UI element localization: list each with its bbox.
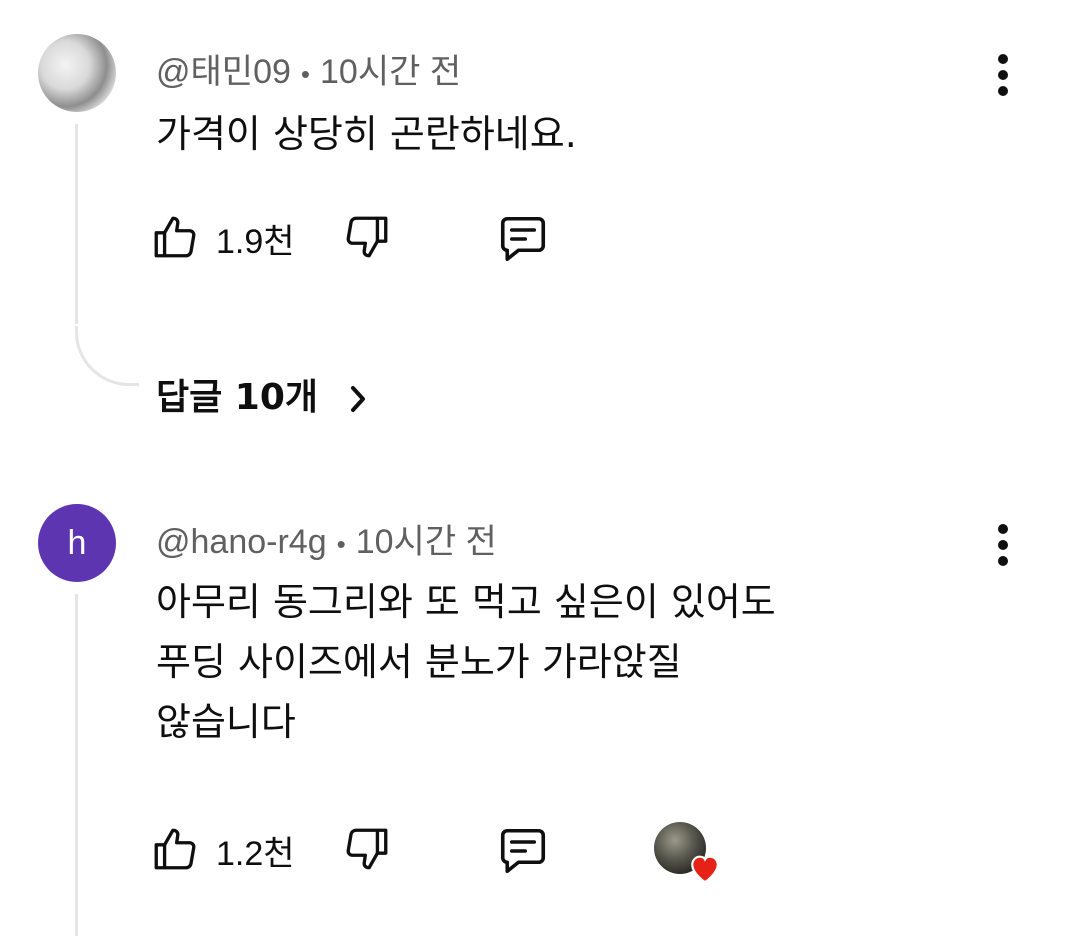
timestamp: 10시간 전 (320, 53, 462, 91)
thumbs-down-icon (346, 216, 388, 258)
creator-heart-badge (654, 822, 722, 884)
replies-label: 답글 10개 (156, 377, 318, 418)
comment-actions: 1.2천 (150, 818, 750, 884)
thumbs-down-icon (346, 828, 388, 870)
thumbs-up-icon (154, 828, 196, 870)
chevron-right-icon (350, 386, 365, 412)
author-name[interactable]: @태민09 (156, 53, 291, 91)
thread-curve (75, 326, 139, 386)
like-button[interactable] (150, 212, 200, 262)
dislike-button[interactable] (342, 212, 392, 262)
comment-text-line: 푸딩 사이즈에서 분노가 가라앉질 (156, 640, 682, 684)
comment-text-line: 아무리 동그리와 또 먹고 싶은이 있어도 (156, 580, 776, 624)
thread-line (75, 594, 78, 936)
separator: • (300, 58, 311, 89)
thumbs-up-icon (154, 216, 196, 258)
more-options-button[interactable] (988, 52, 1018, 98)
comment-text-line: 않습니다 (156, 700, 296, 744)
like-count: 1.9천 (216, 223, 295, 261)
more-vertical-icon (998, 524, 1008, 566)
author-name[interactable]: @hano-r4g (156, 523, 327, 561)
timestamp: 10시간 전 (355, 523, 497, 561)
more-vertical-icon (998, 54, 1008, 96)
comment-text: 아무리 동그리와 또 먹고 싶은이 있어도 푸딩 사이즈에서 분노가 가라앉질 … (156, 572, 996, 752)
reply-comment-icon (500, 216, 546, 262)
separator: • (336, 528, 346, 559)
like-count: 1.2천 (216, 835, 295, 873)
comment-meta: @hano-r4g • 10시간 전 (156, 514, 497, 563)
avatar[interactable] (38, 34, 116, 112)
thread-line (75, 124, 78, 324)
view-replies-button[interactable]: 답글 10개 (156, 368, 367, 420)
heart-icon (691, 855, 719, 884)
comment-meta: @태민09 • 10시간 전 (156, 44, 461, 93)
dislike-button[interactable] (342, 824, 392, 874)
avatar-letter: h (67, 523, 87, 562)
reply-button[interactable] (496, 212, 546, 262)
reply-button[interactable] (496, 824, 546, 874)
avatar[interactable]: h (38, 504, 116, 582)
reply-comment-icon (500, 828, 546, 874)
like-button[interactable] (150, 824, 200, 874)
comment-text: 가격이 상당히 곤란하네요. (156, 112, 577, 156)
comment-actions: 1.9천 (150, 206, 750, 266)
more-options-button[interactable] (988, 522, 1018, 568)
